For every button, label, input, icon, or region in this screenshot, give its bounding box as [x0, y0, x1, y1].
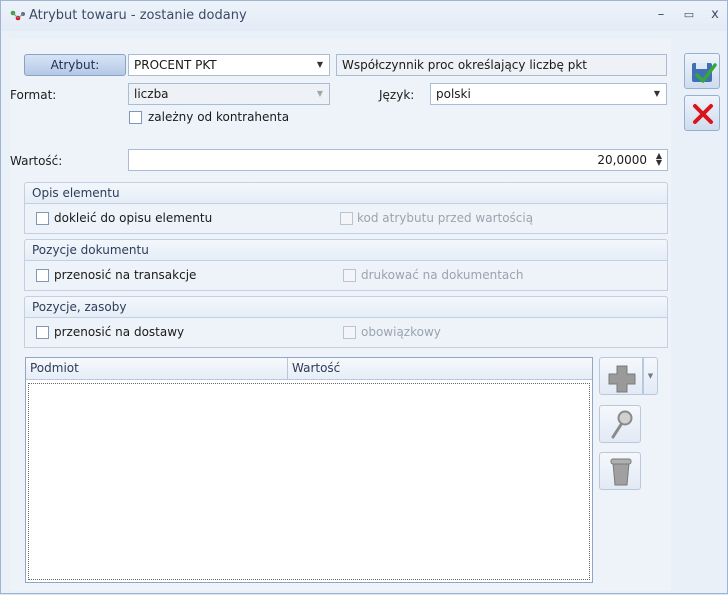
action-bar	[677, 39, 728, 595]
print-on-documents-label: drukować na dokumentach	[361, 268, 524, 282]
close-button[interactable]: x	[707, 7, 723, 23]
maximize-button[interactable]: ▭	[681, 7, 697, 23]
attribute-button[interactable]: Atrybut:	[24, 54, 126, 76]
chevron-down-icon[interactable]: ▼	[652, 84, 662, 104]
value-input-text: 20,0000	[597, 153, 647, 167]
plus-icon	[608, 365, 636, 393]
group-header-element-description[interactable]: Opis elementu	[24, 182, 668, 204]
grid-column-header[interactable]: Wartość	[288, 358, 588, 379]
transfer-to-deliveries-label: przenosić na dostawy	[54, 325, 185, 339]
save-button[interactable]	[684, 53, 720, 89]
attribute-select[interactable]: PROCENT PKT ▼	[128, 54, 330, 76]
format-select[interactable]: liczba ▼	[128, 83, 330, 105]
contractor-dependent-checkbox[interactable]	[129, 111, 142, 124]
language-select-value: polski	[436, 87, 471, 101]
trash-bin-icon	[610, 458, 632, 486]
delete-button[interactable]	[599, 452, 641, 490]
transfer-to-deliveries-checkbox[interactable]	[36, 326, 49, 339]
group-body-items-resources: przenosić na dostawy obowiązkowy	[24, 318, 668, 348]
transfer-to-transactions-checkbox[interactable]	[36, 269, 49, 282]
print-on-documents-checkbox	[343, 269, 356, 282]
dialog-window: Atrybut towaru - zostanie dodany – ▭ x A…	[0, 0, 728, 594]
group-body-element-description: dokleić do opisu elementu kod atrybutu p…	[24, 204, 668, 234]
attribute-select-value: PROCENT PKT	[134, 58, 217, 72]
chevron-down-icon: ▼	[316, 89, 324, 98]
minimize-button[interactable]: –	[653, 7, 669, 23]
mandatory-label: obowiązkowy	[361, 325, 441, 339]
cancel-button[interactable]	[684, 95, 720, 131]
magnifier-icon	[611, 410, 633, 439]
spin-stepper-icon[interactable]: ▲ ▼	[655, 152, 663, 167]
grid-body[interactable]	[28, 383, 590, 580]
edit-button[interactable]	[599, 405, 641, 443]
group-header-document-items[interactable]: Pozycje dokumentu	[24, 239, 668, 261]
attribute-description-text: Współczynnik proc określający liczbę pkt	[342, 58, 587, 72]
code-before-value-checkbox	[340, 212, 353, 225]
contractor-values-grid[interactable]: Podmiot Wartość	[25, 357, 593, 583]
group-body-document-items: przenosić na transakcje drukować na doku…	[24, 261, 668, 291]
add-button[interactable]	[599, 357, 643, 395]
code-before-value-label: kod atrybutu przed wartością	[357, 211, 534, 225]
format-select-value: liczba	[134, 87, 169, 101]
grid-column-header[interactable]: Podmiot	[26, 358, 288, 379]
group-header-items-resources[interactable]: Pozycje, zasoby	[24, 296, 668, 318]
title-bar[interactable]: Atrybut towaru - zostanie dodany – ▭ x	[1, 1, 727, 31]
append-description-checkbox[interactable]	[36, 212, 49, 225]
app-logo-icon	[10, 10, 25, 21]
language-select[interactable]: polski ▼	[430, 83, 667, 105]
value-label: Wartość:	[10, 154, 63, 168]
value-input[interactable]: 20,0000 ▲ ▼	[128, 149, 668, 171]
red-x-icon	[693, 104, 713, 124]
language-label: Język:	[379, 88, 415, 102]
mandatory-checkbox	[343, 326, 356, 339]
add-dropdown-button[interactable]: ▼	[643, 357, 658, 395]
window-title: Atrybut towaru - zostanie dodany	[29, 8, 247, 23]
chevron-down-icon[interactable]: ▼	[315, 55, 325, 75]
grid-header: Podmiot Wartość	[26, 358, 592, 380]
append-description-label: dokleić do opisu elementu	[54, 211, 213, 225]
format-label: Format:	[10, 88, 57, 102]
contractor-dependent-label: zależny od kontrahenta	[148, 110, 290, 124]
attribute-description-field: Współczynnik proc określający liczbę pkt	[336, 54, 667, 76]
transfer-to-transactions-label: przenosić na transakcje	[54, 268, 197, 282]
form-panel: Atrybut: PROCENT PKT ▼ Współczynnik proc…	[10, 39, 671, 591]
save-floppy-check-icon	[692, 63, 717, 83]
